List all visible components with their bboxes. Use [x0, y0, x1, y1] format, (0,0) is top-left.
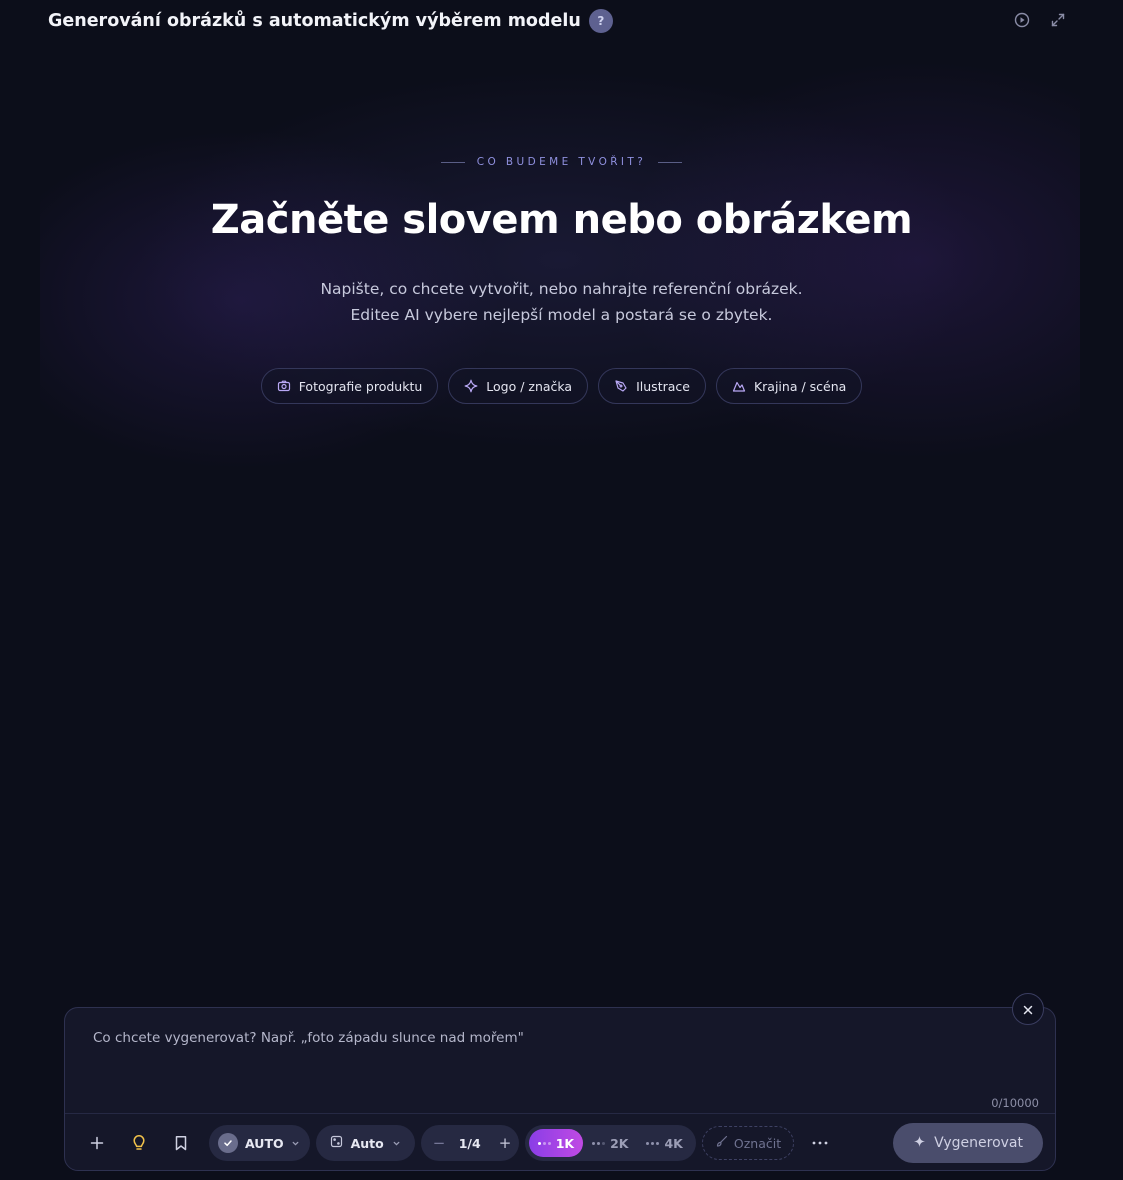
resolution-label: 4K — [664, 1135, 683, 1151]
page: Generování obrázků s automatickým výběre… — [0, 0, 1123, 1180]
mark-button-label: Označit — [733, 1135, 782, 1151]
aspect-ratio-label: Auto — [350, 1135, 384, 1151]
help-button[interactable]: ? — [588, 9, 613, 33]
suggestion-chips: Fotografie produktu Logo / značka Ilustr… — [0, 368, 1123, 404]
count-increment-button[interactable]: + — [499, 1134, 512, 1152]
chip-label: Ilustrace — [636, 378, 690, 394]
chip-product-photo[interactable]: Fotografie produktu — [260, 368, 439, 404]
image-count-stepper: − 1/4 + — [420, 1125, 519, 1161]
model-select[interactable]: AUTO — [209, 1125, 310, 1161]
chip-logo[interactable]: Logo / značka — [448, 368, 589, 404]
resolution-selector: 1K 2K 4K — [524, 1125, 696, 1161]
brush-icon — [715, 1135, 728, 1151]
model-select-label: AUTO — [245, 1135, 284, 1151]
bookmark-icon[interactable] — [167, 1129, 195, 1157]
resolution-label: 1K — [555, 1135, 575, 1151]
aspect-ratio-select[interactable]: Auto — [315, 1125, 415, 1161]
hero-subtitle-line-2: Editee AI vybere nejlepší model a postar… — [350, 306, 773, 324]
more-options-icon[interactable] — [806, 1129, 834, 1157]
resolution-1k[interactable]: 1K — [528, 1129, 584, 1157]
lightbulb-icon[interactable] — [125, 1129, 153, 1157]
count-value: 1/4 — [458, 1135, 481, 1151]
header: Generování obrázků s automatickým výběre… — [48, 6, 1067, 36]
hero-title: Začněte slovem nebo obrázkem — [210, 197, 913, 243]
generate-button-label: Vygenerovat — [934, 1135, 1023, 1151]
eyebrow-line-left — [440, 161, 465, 163]
chevron-down-icon — [291, 1136, 300, 1151]
eyebrow-line-right — [658, 161, 683, 163]
hero-subtitle: Napište, co chcete vytvořit, nebo nahraj… — [0, 276, 1123, 328]
sparkle-icon — [913, 1135, 926, 1152]
prompt-input[interactable] — [93, 1030, 993, 1086]
resolution-label: 2K — [610, 1135, 629, 1151]
generate-button[interactable]: Vygenerovat — [893, 1123, 1043, 1163]
chip-illustration[interactable]: Ilustrace — [598, 368, 706, 404]
resolution-dots-icon — [537, 1141, 551, 1145]
chip-label: Fotografie produktu — [298, 378, 423, 394]
chevron-down-icon — [392, 1136, 401, 1151]
composer-toolbar: AUTO Auto − 1/4 + 1K 2K 4K Označit Vygen… — [83, 1123, 1043, 1163]
hero-subtitle-line-1: Napište, co chcete vytvořit, nebo nahraj… — [320, 280, 803, 298]
plus-icon[interactable] — [83, 1129, 111, 1157]
eyebrow: CO BUDEME TVOŘIT? — [0, 156, 1123, 168]
check-icon — [218, 1133, 238, 1153]
composer-divider — [65, 1113, 1055, 1114]
count-decrement-button[interactable]: − — [433, 1134, 446, 1152]
mark-button[interactable]: Označit — [701, 1126, 795, 1160]
char-counter: 0/10000 — [991, 1096, 1039, 1110]
resolution-2k[interactable]: 2K — [583, 1129, 637, 1157]
chip-label: Krajina / scéna — [753, 378, 847, 394]
resolution-dots-icon — [646, 1141, 660, 1145]
resolution-dots-icon — [592, 1141, 606, 1145]
camera-icon — [277, 379, 291, 393]
close-composer-button[interactable] — [1012, 993, 1044, 1025]
chip-landscape[interactable]: Krajina / scéna — [715, 368, 863, 404]
pen-nib-icon — [614, 379, 628, 393]
aspect-ratio-icon — [330, 1135, 343, 1151]
mountain-icon — [732, 379, 746, 393]
expand-icon[interactable] — [1049, 11, 1067, 29]
page-title: Generování obrázků s automatickým výběre… — [48, 11, 581, 31]
chip-label: Logo / značka — [486, 378, 573, 394]
header-actions — [1013, 11, 1067, 29]
resolution-4k[interactable]: 4K — [637, 1129, 691, 1157]
close-icon — [1023, 1000, 1033, 1019]
eyebrow-text: CO BUDEME TVOŘIT? — [476, 156, 647, 168]
prompt-composer: 0/10000 AUTO — [64, 1007, 1056, 1171]
play-circle-icon[interactable] — [1013, 11, 1031, 29]
sparkle-icon — [464, 379, 478, 393]
